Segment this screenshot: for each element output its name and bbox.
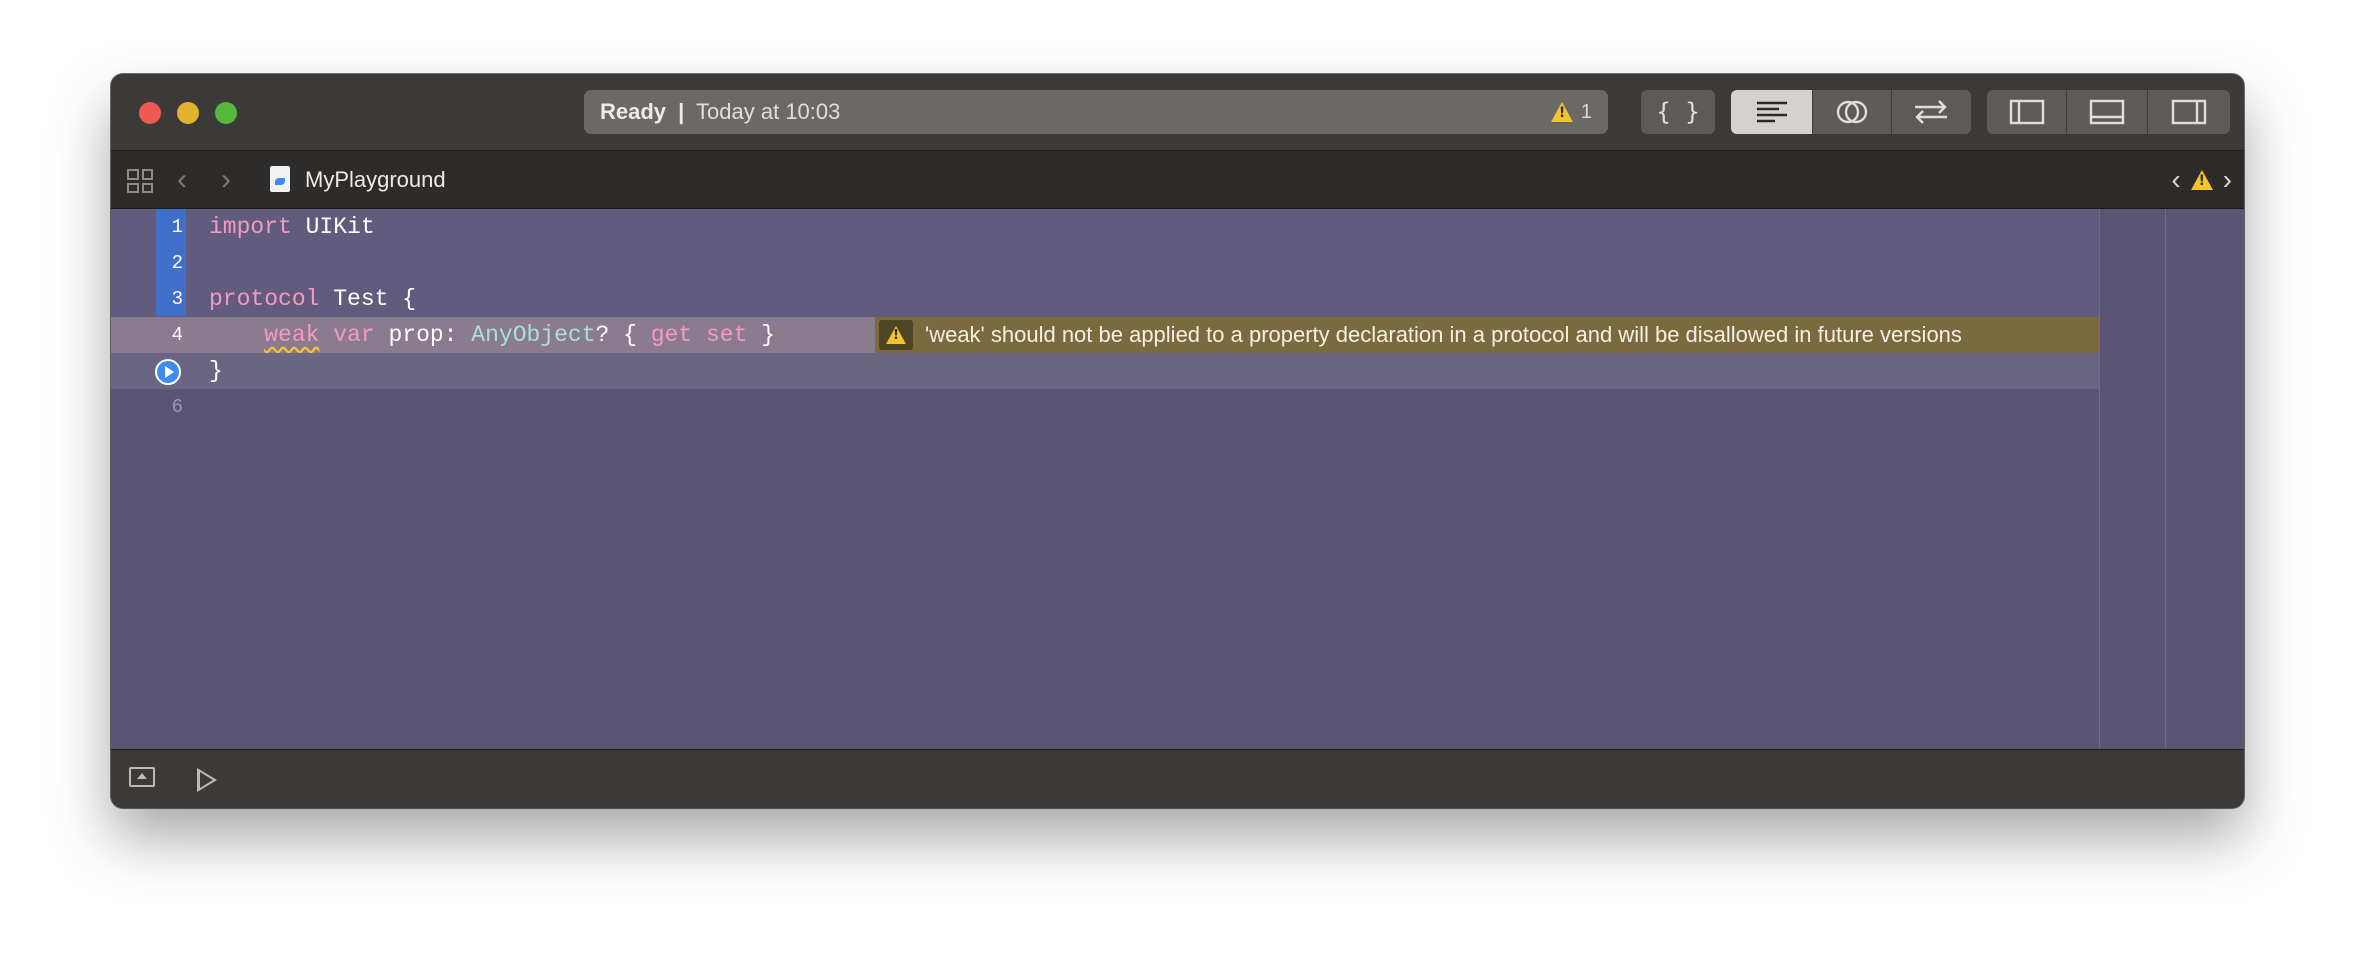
warning-icon — [886, 326, 906, 344]
forward-arrow-icon[interactable]: › — [221, 165, 231, 195]
assistant-editor-button[interactable] — [1813, 90, 1892, 134]
warning-message: 'weak' should not be applied to a proper… — [925, 322, 1962, 347]
execute-playground-play-icon[interactable] — [197, 768, 217, 792]
toggle-inspector-button[interactable] — [2148, 90, 2230, 134]
activity-viewer[interactable]: Ready | Today at 10:03 1 — [584, 90, 1608, 134]
line-code: weak var prop: AnyObject? { get set } — [209, 317, 775, 353]
editor-mode-segmented-control — [1731, 90, 1971, 134]
back-arrow-icon[interactable]: ‹ — [177, 165, 187, 195]
warning-badge — [879, 320, 913, 350]
debug-bar — [111, 749, 2244, 808]
line-code: import UIKit — [209, 209, 375, 245]
close-window-button[interactable] — [139, 102, 161, 124]
swift-file-icon — [270, 166, 290, 192]
code-token: } — [209, 358, 223, 384]
playground-window: Ready | Today at 10:03 1 { } — [111, 74, 2244, 808]
minimize-window-button[interactable] — [177, 102, 199, 124]
code-token: import — [209, 214, 292, 240]
line-number: 4 — [171, 324, 183, 346]
results-sidebar — [2099, 209, 2244, 749]
curly-braces-icon: { } — [1656, 98, 1700, 126]
toggle-navigator-button[interactable] — [1987, 90, 2068, 134]
code-line-6[interactable]: 6 — [111, 389, 2099, 425]
venn-circles-icon — [1836, 100, 1868, 124]
activity-time: Today at 10:03 — [696, 99, 841, 124]
standard-editor-button[interactable] — [1731, 90, 1814, 134]
code-token: get — [650, 322, 693, 348]
run-to-line-play-icon[interactable] — [155, 359, 181, 385]
code-line-3[interactable]: 3 protocol Test { — [111, 281, 2099, 317]
related-items-grid-icon[interactable] — [127, 169, 153, 193]
line-code: } — [209, 353, 223, 389]
issue-navigation: ‹ › — [2171, 151, 2232, 208]
inline-warning-banner[interactable]: 'weak' should not be applied to a proper… — [875, 317, 2099, 353]
code-token: } — [747, 322, 776, 348]
code-token: protocol — [209, 286, 320, 312]
code-token: var — [333, 322, 375, 348]
sidebar-right-icon — [2171, 99, 2207, 125]
line-code: protocol Test { — [209, 281, 416, 317]
title-bar: Ready | Today at 10:03 1 { } — [111, 74, 2244, 151]
library-button[interactable]: { } — [1641, 90, 1715, 134]
line-number: 6 — [171, 396, 183, 418]
arrows-left-right-icon — [1915, 100, 1948, 124]
align-left-lines-icon — [1756, 101, 1787, 123]
previous-issue-icon[interactable]: ‹ — [2171, 164, 2180, 196]
panel-bottom-icon — [2089, 99, 2125, 125]
sidebar-left-icon — [2009, 99, 2044, 125]
code-token: set — [705, 322, 748, 348]
line-number: 1 — [171, 216, 183, 238]
jump-bar: ‹ › MyPlayground ‹ › — [111, 151, 2244, 209]
code-token: UIKit — [291, 214, 375, 240]
line-number: 2 — [171, 252, 183, 274]
show-debug-area-icon[interactable] — [129, 767, 155, 787]
code-line-5[interactable]: } — [111, 353, 2099, 389]
toggle-debug-area-button[interactable] — [2067, 90, 2148, 134]
code-line-1[interactable]: 1 import UIKit — [111, 209, 2099, 245]
next-issue-icon[interactable]: › — [2223, 164, 2232, 196]
code-token: weak — [264, 322, 320, 348]
code-editor[interactable]: 1 import UIKit 2 3 protocol Test { 4 wea… — [111, 209, 2099, 749]
code-token: AnyObject — [471, 322, 596, 348]
version-editor-button[interactable] — [1892, 90, 1971, 134]
code-token: prop: — [374, 322, 472, 348]
line-number: 3 — [171, 288, 183, 310]
warning-count: 1 — [1580, 101, 1592, 123]
code-token: Test { — [319, 286, 417, 312]
warning-icon[interactable] — [2190, 169, 2213, 190]
activity-status: Ready — [600, 99, 667, 124]
code-token: ? { — [595, 322, 651, 348]
activity-warning-indicator[interactable]: 1 — [1550, 90, 1592, 134]
maximize-window-button[interactable] — [215, 102, 237, 124]
code-line-4[interactable]: 4 weak var prop: AnyObject? { get set } … — [111, 317, 2099, 353]
code-line-2[interactable]: 2 — [111, 245, 2099, 281]
panel-toggle-segmented-control — [1987, 90, 2230, 134]
activity-separator: | — [678, 99, 685, 124]
breadcrumb-file-name[interactable]: MyPlayground — [305, 151, 446, 208]
warning-icon — [1550, 102, 1573, 122]
